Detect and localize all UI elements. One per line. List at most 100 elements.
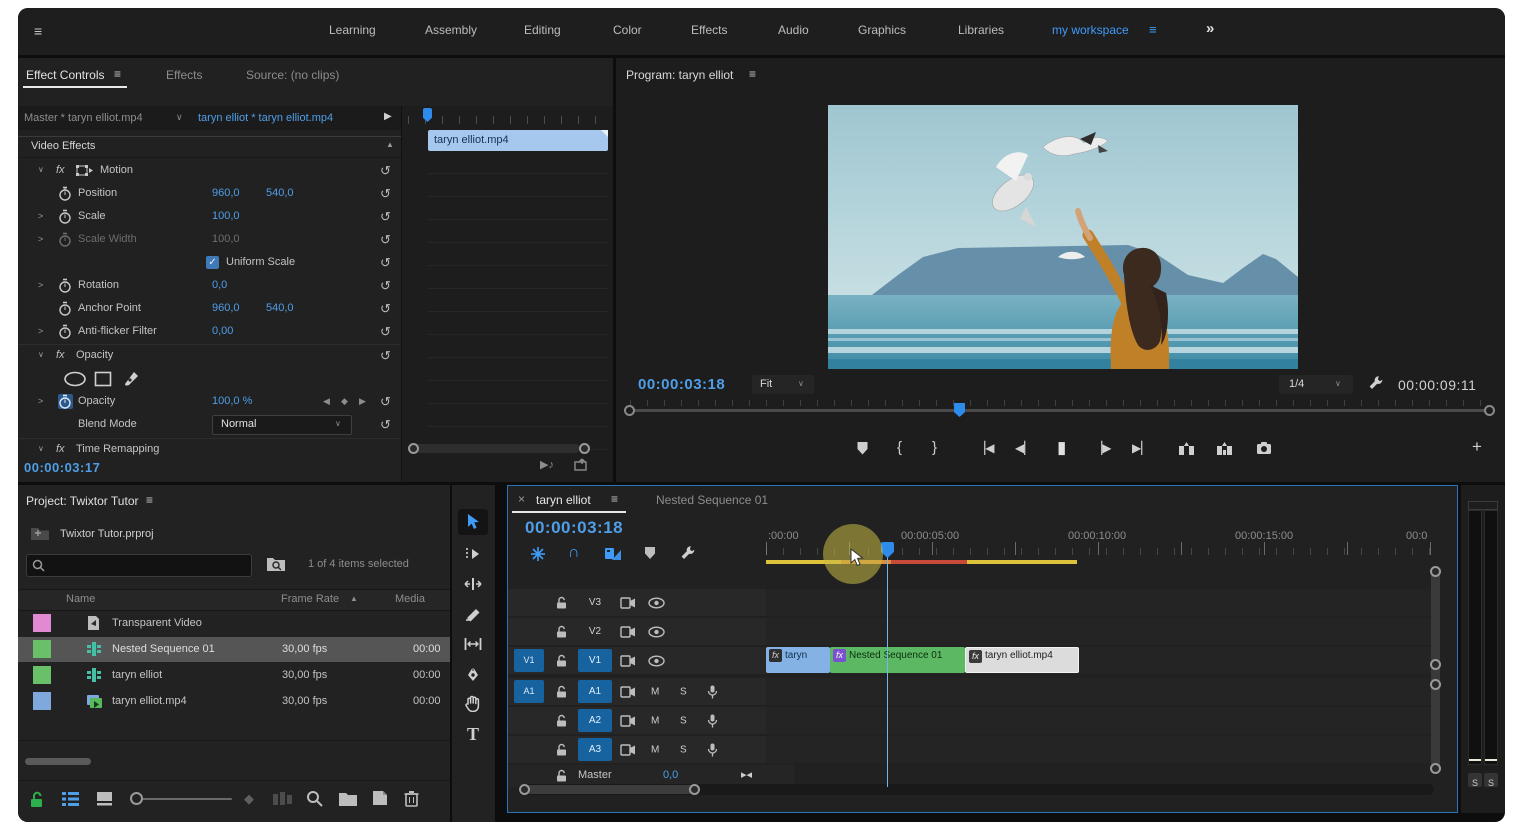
timeline-vscrollbar-track[interactable] [1431,570,1440,770]
program-menu-icon[interactable]: ≡ [749,67,756,81]
opacity-value[interactable]: 100,0 % [212,395,252,407]
track-label-v2[interactable]: V2 [578,624,612,639]
position-x-value[interactable]: 960,0 [212,187,240,199]
stopwatch-icon[interactable] [58,186,73,201]
reset-icon[interactable]: ↺ [380,209,391,225]
search-input[interactable] [49,556,248,575]
track-source-icon[interactable] [620,686,636,698]
track-header-a3[interactable]: A3 M S [508,736,766,763]
add-marker-icon[interactable] [856,441,869,456]
toggle-track-output-eye-icon[interactable] [648,655,665,666]
uniform-scale-checkbox[interactable]: ✓ [206,256,219,269]
mark-out-icon[interactable]: } [932,439,937,456]
previous-keyframe-icon[interactable]: ◀ [323,396,330,407]
solo-button[interactable]: S [680,686,687,697]
effect-row-rotation[interactable]: > Rotation 0,0 ↺ [18,275,401,298]
project-row-taryn-elliot-mp4[interactable]: taryn elliot.mp4 30,00 fps 00:00 [18,689,450,714]
next-keyframe-icon[interactable]: ▶ [359,396,366,407]
expander-icon[interactable]: ∨ [38,444,44,453]
solo-right-button[interactable]: S [1484,773,1498,787]
tab-color[interactable]: Color [613,23,642,37]
anchor-y-value[interactable]: 540,0 [266,302,294,314]
linked-selection-icon[interactable] [604,546,622,561]
mute-button[interactable]: M [651,686,659,697]
label-swatch[interactable] [33,692,51,710]
export-frame-icon[interactable] [1256,441,1272,455]
step-forward-icon[interactable]: ▕▶ [1093,441,1111,455]
add-marker-icon[interactable] [644,546,656,560]
timeline-hscrollbar-thumb[interactable] [520,785,700,794]
sort-icon[interactable]: ◆ [244,791,254,807]
new-bin-icon[interactable] [338,791,358,806]
scroll-handle[interactable] [689,784,700,795]
scale-value[interactable]: 100,0 [212,210,240,222]
reset-icon[interactable]: ↺ [380,232,391,248]
track-header-v3[interactable]: V3 [508,589,766,616]
col-name[interactable]: Name [66,593,95,605]
track-label-v1[interactable]: V1 [578,649,612,672]
nest-toggle-icon[interactable] [530,546,546,562]
lock-icon[interactable] [556,714,567,727]
zoom-slider-knob[interactable] [130,792,143,805]
mute-button[interactable]: M [651,715,659,726]
clip-taryn-elliot-selected[interactable]: fxtaryn elliot.mp4 [965,647,1079,673]
new-item-icon[interactable] [372,790,388,806]
expander-icon[interactable]: > [38,234,43,244]
lock-icon[interactable] [556,596,567,609]
tool-type[interactable]: T [458,721,488,747]
tool-hand[interactable] [458,690,488,716]
play-audio-icon[interactable]: ▶♪ [540,458,554,471]
tab-source[interactable]: Source: (no clips) [246,68,339,82]
effect-row-scale[interactable]: > Scale 100,0 ↺ [18,206,401,229]
item-name[interactable]: taryn elliot.mp4 [112,695,187,707]
tab-effect-controls[interactable]: Effect Controls [26,68,104,82]
expander-icon[interactable]: > [38,211,43,221]
position-y-value[interactable]: 540,0 [266,187,294,199]
tool-track-select-forward[interactable] [458,541,488,567]
go-to-out-icon[interactable]: ▶▏ [1132,441,1150,455]
list-view-icon[interactable] [62,792,79,806]
effect-controls-menu-icon[interactable]: ≡ [114,67,121,81]
mini-hscrollbar[interactable] [408,444,580,453]
source-patch-a1[interactable]: A1 [514,680,544,703]
playback-resolution-dropdown[interactable]: 1/4 ∨ [1279,375,1353,394]
fit-dropdown[interactable]: Fit ∨ [752,375,814,394]
tool-pen[interactable] [458,661,488,687]
reset-icon[interactable]: ↺ [380,255,391,271]
track-header-v1[interactable]: V1 V1 [508,647,766,674]
track-source-icon[interactable] [620,655,636,667]
tab-libraries[interactable]: Libraries [958,23,1004,37]
scroll-handle[interactable] [408,443,419,454]
solo-button[interactable]: S [680,744,687,755]
close-tab-icon[interactable]: × [518,492,525,506]
reset-icon[interactable]: ↺ [380,301,391,317]
delete-icon[interactable] [404,790,419,807]
scroll-handle[interactable] [1430,763,1441,774]
ellipse-mask-icon[interactable] [63,371,87,387]
lane-a1[interactable] [766,678,1438,705]
timeline-timecode[interactable]: 00:00:03:18 [525,518,623,538]
extract-icon[interactable] [1216,441,1233,456]
lock-icon[interactable] [556,654,567,667]
scroll-handle[interactable] [1430,659,1441,670]
effect-row-opacity-header[interactable]: ∨ fx Opacity ↺ [18,344,401,368]
tab-audio[interactable]: Audio [778,23,809,37]
zoom-slider-track[interactable] [136,798,232,800]
blend-mode-dropdown[interactable]: Normal ∨ [212,415,352,435]
collapse-section-icon[interactable]: ▲ [386,140,394,149]
track-header-v2[interactable]: V2 [508,618,766,645]
voiceover-mic-icon[interactable] [707,742,718,757]
lock-icon[interactable] [556,770,567,783]
fit-track-bowtie-icon[interactable]: ▸◂ [741,768,752,781]
project-menu-icon[interactable]: ≡ [146,493,153,507]
tab-graphics[interactable]: Graphics [858,23,906,37]
effect-row-opacity[interactable]: > Opacity 100,0 % ◀ ◆ ▶ ↺ [18,391,401,414]
item-name[interactable]: Transparent Video [112,617,202,629]
tab-effects[interactable]: Effects [691,23,727,37]
go-to-in-icon[interactable]: ▕◀ [976,441,994,455]
pen-mask-icon[interactable] [122,370,140,387]
reset-icon[interactable]: ↺ [380,348,391,364]
reset-icon[interactable]: ↺ [380,278,391,294]
mute-button[interactable]: M [651,744,659,755]
tab-learning[interactable]: Learning [329,23,376,37]
